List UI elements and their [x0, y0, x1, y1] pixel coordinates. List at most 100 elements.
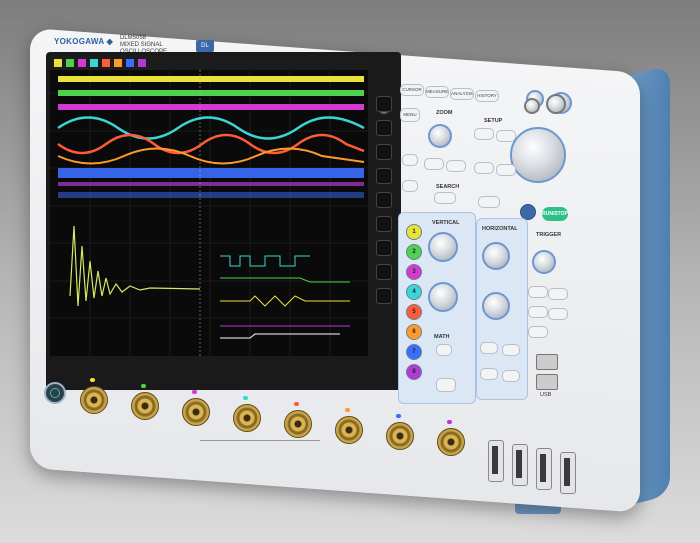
ch6-tab	[114, 59, 122, 67]
bnc-input-7[interactable]	[386, 422, 414, 450]
bnc-input-2[interactable]	[131, 392, 159, 420]
logic-probe-port-1[interactable]	[488, 440, 504, 482]
logic-probe-port-3[interactable]	[536, 448, 552, 490]
menu-button[interactable]: MENU	[400, 108, 420, 122]
waveform-display	[50, 56, 368, 356]
horizontal-button-1[interactable]	[480, 342, 498, 354]
zoom-button-2[interactable]	[446, 160, 466, 172]
ch5-tab	[102, 59, 110, 67]
ch4-tab	[90, 59, 98, 67]
display-screen	[50, 56, 368, 356]
usb-port-1[interactable]	[536, 354, 558, 370]
trigger-button-4[interactable]	[548, 308, 568, 320]
math-label: MATH	[434, 334, 450, 340]
horizontal-position-knob[interactable]	[482, 292, 510, 320]
channel-button-5[interactable]: 5	[406, 304, 422, 320]
soft-key-1[interactable]	[376, 96, 392, 112]
bnc-input-4[interactable]	[233, 404, 261, 432]
trigger-mode-button[interactable]	[548, 288, 568, 300]
logic-probe-port-4[interactable]	[560, 452, 576, 494]
model-number: DLM5058	[120, 35, 147, 41]
math-button[interactable]	[436, 344, 452, 356]
ch1-tab	[54, 59, 62, 67]
analysis-button[interactable]: ANALYSIS	[450, 88, 474, 100]
zoom-knob[interactable]	[428, 124, 452, 148]
horizontal-button-4[interactable]	[502, 370, 520, 382]
ch5-indicator	[294, 402, 299, 406]
ch1-indicator	[90, 378, 95, 382]
search-button[interactable]	[434, 192, 456, 204]
search-label: SEARCH	[436, 184, 460, 190]
horizontal-scale-knob[interactable]	[482, 242, 510, 270]
history-button[interactable]: HISTORY	[475, 90, 499, 102]
channel-button-2[interactable]: 2	[406, 244, 422, 260]
brand-logo: YOKOGAWA ◆	[54, 37, 114, 46]
bnc-input-3[interactable]	[182, 398, 210, 426]
ref-button[interactable]	[436, 378, 456, 392]
zoom-button-1[interactable]	[424, 158, 444, 170]
power-button[interactable]	[44, 382, 66, 404]
ch4-indicator	[243, 396, 248, 400]
setup-button-1[interactable]	[474, 128, 494, 140]
ch6-indicator	[345, 408, 350, 412]
channel-button-3[interactable]: 3	[406, 264, 422, 280]
ch7-tab	[126, 59, 134, 67]
bnc-input-1[interactable]	[80, 386, 108, 414]
usb-label: USB	[540, 392, 552, 398]
logic-bus	[58, 192, 364, 198]
ch3-indicator	[192, 390, 197, 394]
cursor-button[interactable]: CURSOR	[400, 84, 424, 96]
side-knob-upper[interactable]	[546, 94, 566, 114]
horizontal-button-3[interactable]	[480, 368, 498, 380]
vertical-position-knob[interactable]	[428, 282, 458, 312]
soft-key-2[interactable]	[376, 120, 392, 136]
soft-key-8[interactable]	[376, 264, 392, 280]
channel-button-8[interactable]: 8	[406, 364, 422, 380]
channel-button-7[interactable]: 7	[406, 344, 422, 360]
run-stop-button[interactable]: RUN/STOP	[542, 207, 568, 221]
zoom-label: ZOOM	[436, 110, 453, 116]
channel-button-4[interactable]: 4	[406, 284, 422, 300]
ch8-tab	[138, 59, 146, 67]
print-button[interactable]	[478, 196, 500, 208]
jog-dial[interactable]	[510, 127, 566, 183]
left-button-2[interactable]	[402, 180, 418, 192]
measure-button[interactable]: MEASURE	[425, 86, 449, 98]
control-panel: CURSOR MEASURE ANALYSIS HISTORY MENU ZOO…	[398, 82, 580, 404]
side-knob-lower[interactable]	[524, 98, 540, 114]
trace-ch3	[58, 104, 364, 110]
vertical-label: VERTICAL	[432, 220, 460, 226]
left-button-1[interactable]	[402, 154, 418, 166]
soft-key-5[interactable]	[376, 192, 392, 208]
channel-button-6[interactable]: 6	[406, 324, 422, 340]
usb-port-2[interactable]	[536, 374, 558, 390]
utility-button[interactable]	[496, 164, 516, 176]
bnc-input-6[interactable]	[335, 416, 363, 444]
ch3-tab	[78, 59, 86, 67]
soft-key-4[interactable]	[376, 168, 392, 184]
input-caution-text	[200, 440, 320, 445]
display-button[interactable]	[474, 162, 494, 174]
ch2-tab	[66, 59, 74, 67]
trigger-source-button[interactable]	[528, 286, 548, 298]
trigger-button-5[interactable]	[528, 326, 548, 338]
logic-probe-port-2[interactable]	[512, 444, 528, 486]
model-desc-1: MIXED SIGNAL	[120, 42, 163, 48]
soft-key-9[interactable]	[376, 288, 392, 304]
soft-key-3[interactable]	[376, 144, 392, 160]
soft-key-7[interactable]	[376, 240, 392, 256]
oscilloscope-photo: YOKOGAWA ◆ DLM5058 MIXED SIGNAL OSCILLOS…	[0, 0, 700, 543]
channel-button-1[interactable]: 1	[406, 224, 422, 240]
bnc-input-8[interactable]	[437, 428, 465, 456]
trace-ch1	[58, 76, 364, 82]
ch7-indicator	[396, 414, 401, 418]
vertical-scale-knob[interactable]	[428, 232, 458, 262]
trigger-level-knob[interactable]	[532, 250, 556, 274]
horizontal-button-2[interactable]	[502, 344, 520, 356]
bnc-input-5[interactable]	[284, 410, 312, 438]
trigger-label: TRIGGER	[536, 232, 562, 238]
trace-ch7	[58, 168, 364, 178]
soft-key-6[interactable]	[376, 216, 392, 232]
trigger-button-3[interactable]	[528, 306, 548, 318]
trace-ch2	[58, 90, 364, 96]
